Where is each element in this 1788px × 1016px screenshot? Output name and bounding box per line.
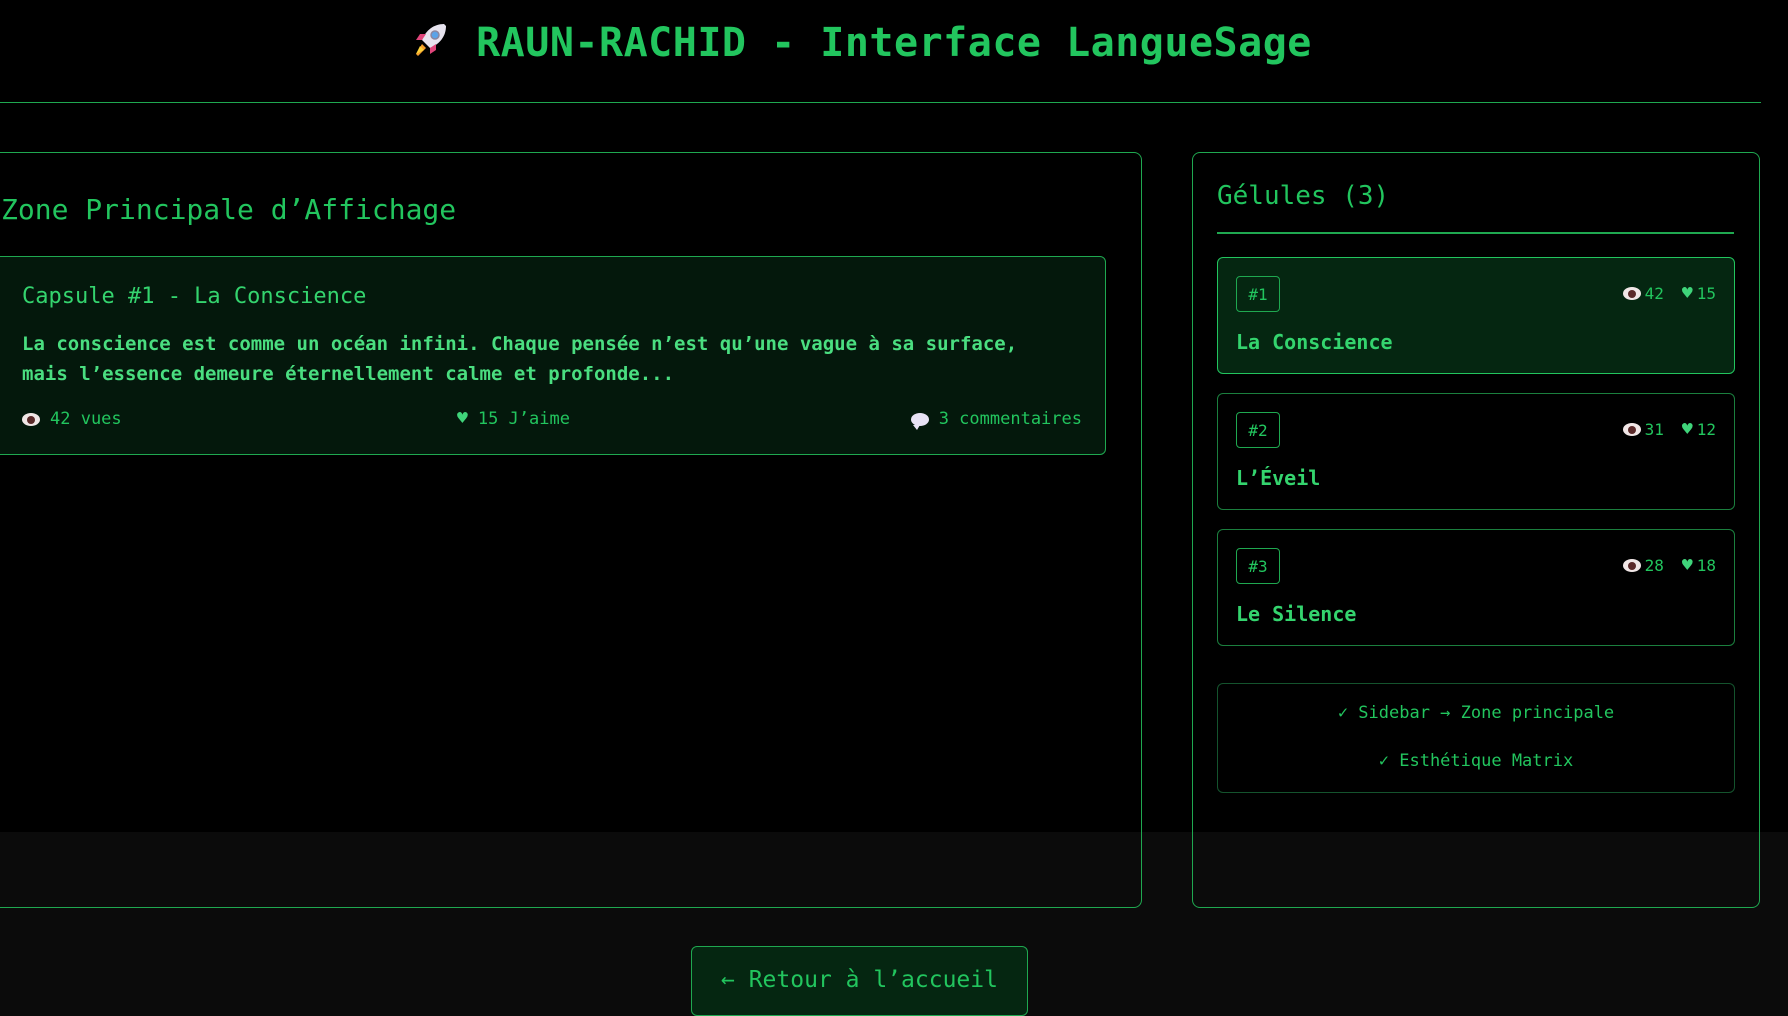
sidebar-item-label: La Conscience bbox=[1236, 330, 1393, 354]
capsule-meta: 42 vues ♥ 15 J’aime 3 commentaires bbox=[22, 409, 1082, 435]
eye-icon bbox=[1622, 423, 1641, 436]
feature-list: ✓ Sidebar → Zone principale ✓ Esthétique… bbox=[1217, 683, 1735, 793]
rocket-icon bbox=[410, 20, 450, 70]
feature-item: ✓ Sidebar → Zone principale bbox=[1337, 703, 1615, 723]
feature-item: ✓ Esthétique Matrix bbox=[1378, 751, 1574, 771]
sidebar-item-la-conscience[interactable]: #1 42 ♥ 15 La Conscience bbox=[1217, 257, 1735, 374]
capsule-comments-label: 3 commentaires bbox=[938, 409, 1082, 429]
heart-icon: ♥ bbox=[457, 408, 468, 429]
page-title-text: RAUN-RACHID - Interface LangueSage bbox=[476, 20, 1312, 66]
likes-count: 18 bbox=[1696, 556, 1716, 575]
views-count: 42 bbox=[1644, 284, 1664, 303]
heart-icon: ♥ bbox=[1681, 554, 1693, 576]
likes-count: 12 bbox=[1696, 420, 1716, 439]
page-title: RAUN-RACHID - Interface LangueSage bbox=[0, 20, 1722, 70]
capsule-card: Capsule #1 - La Conscience La conscience… bbox=[0, 256, 1106, 455]
sidebar-item-label: Le Silence bbox=[1236, 602, 1357, 626]
heart-icon: ♥ bbox=[1681, 418, 1693, 440]
capsule-title: Capsule #1 - La Conscience bbox=[22, 284, 367, 309]
capsule-views-label: 42 vues bbox=[50, 409, 122, 429]
main-display-zone: Zone Principale d’Affichage Capsule #1 -… bbox=[0, 152, 1142, 908]
capsule-views: 42 vues bbox=[22, 409, 122, 429]
sidebar-title: Gélules (3) bbox=[1217, 181, 1390, 211]
capsule-likes-label: 15 J’aime bbox=[477, 409, 570, 429]
eye-icon bbox=[1622, 559, 1641, 572]
heart-icon: ♥ bbox=[1681, 282, 1693, 304]
header-divider bbox=[0, 102, 1761, 103]
sidebar-item-l-eveil[interactable]: #2 31 ♥ 12 L’Éveil bbox=[1217, 393, 1735, 510]
likes-count: 15 bbox=[1696, 284, 1716, 303]
capsule-number-badge: #1 bbox=[1236, 276, 1280, 312]
capsule-number-badge: #2 bbox=[1236, 412, 1280, 448]
zone-title: Zone Principale d’Affichage bbox=[1, 193, 457, 226]
sidebar: Gélules (3) #1 42 ♥ 15 La Conscience #2 … bbox=[1192, 152, 1760, 908]
capsule-likes[interactable]: ♥ 15 J’aime bbox=[457, 409, 570, 429]
eye-icon bbox=[22, 412, 40, 426]
views-count: 31 bbox=[1644, 420, 1664, 439]
eye-icon bbox=[1622, 287, 1641, 300]
capsule-stats: 42 ♥ 15 bbox=[1622, 282, 1716, 304]
capsule-comments[interactable]: 3 commentaires bbox=[910, 409, 1082, 430]
back-home-button[interactable]: ← Retour à l’accueil bbox=[691, 946, 1028, 1016]
capsule-text: La conscience est comme un océan infini.… bbox=[22, 333, 1018, 385]
sidebar-divider bbox=[1217, 232, 1734, 234]
capsule-number-badge: #3 bbox=[1236, 548, 1280, 584]
sidebar-item-label: L’Éveil bbox=[1236, 466, 1321, 490]
sidebar-item-le-silence[interactable]: #3 28 ♥ 18 Le Silence bbox=[1217, 529, 1735, 646]
capsule-stats: 31 ♥ 12 bbox=[1622, 418, 1716, 440]
views-count: 28 bbox=[1644, 556, 1664, 575]
capsule-stats: 28 ♥ 18 bbox=[1622, 554, 1716, 576]
speech-bubble-icon bbox=[910, 412, 929, 430]
